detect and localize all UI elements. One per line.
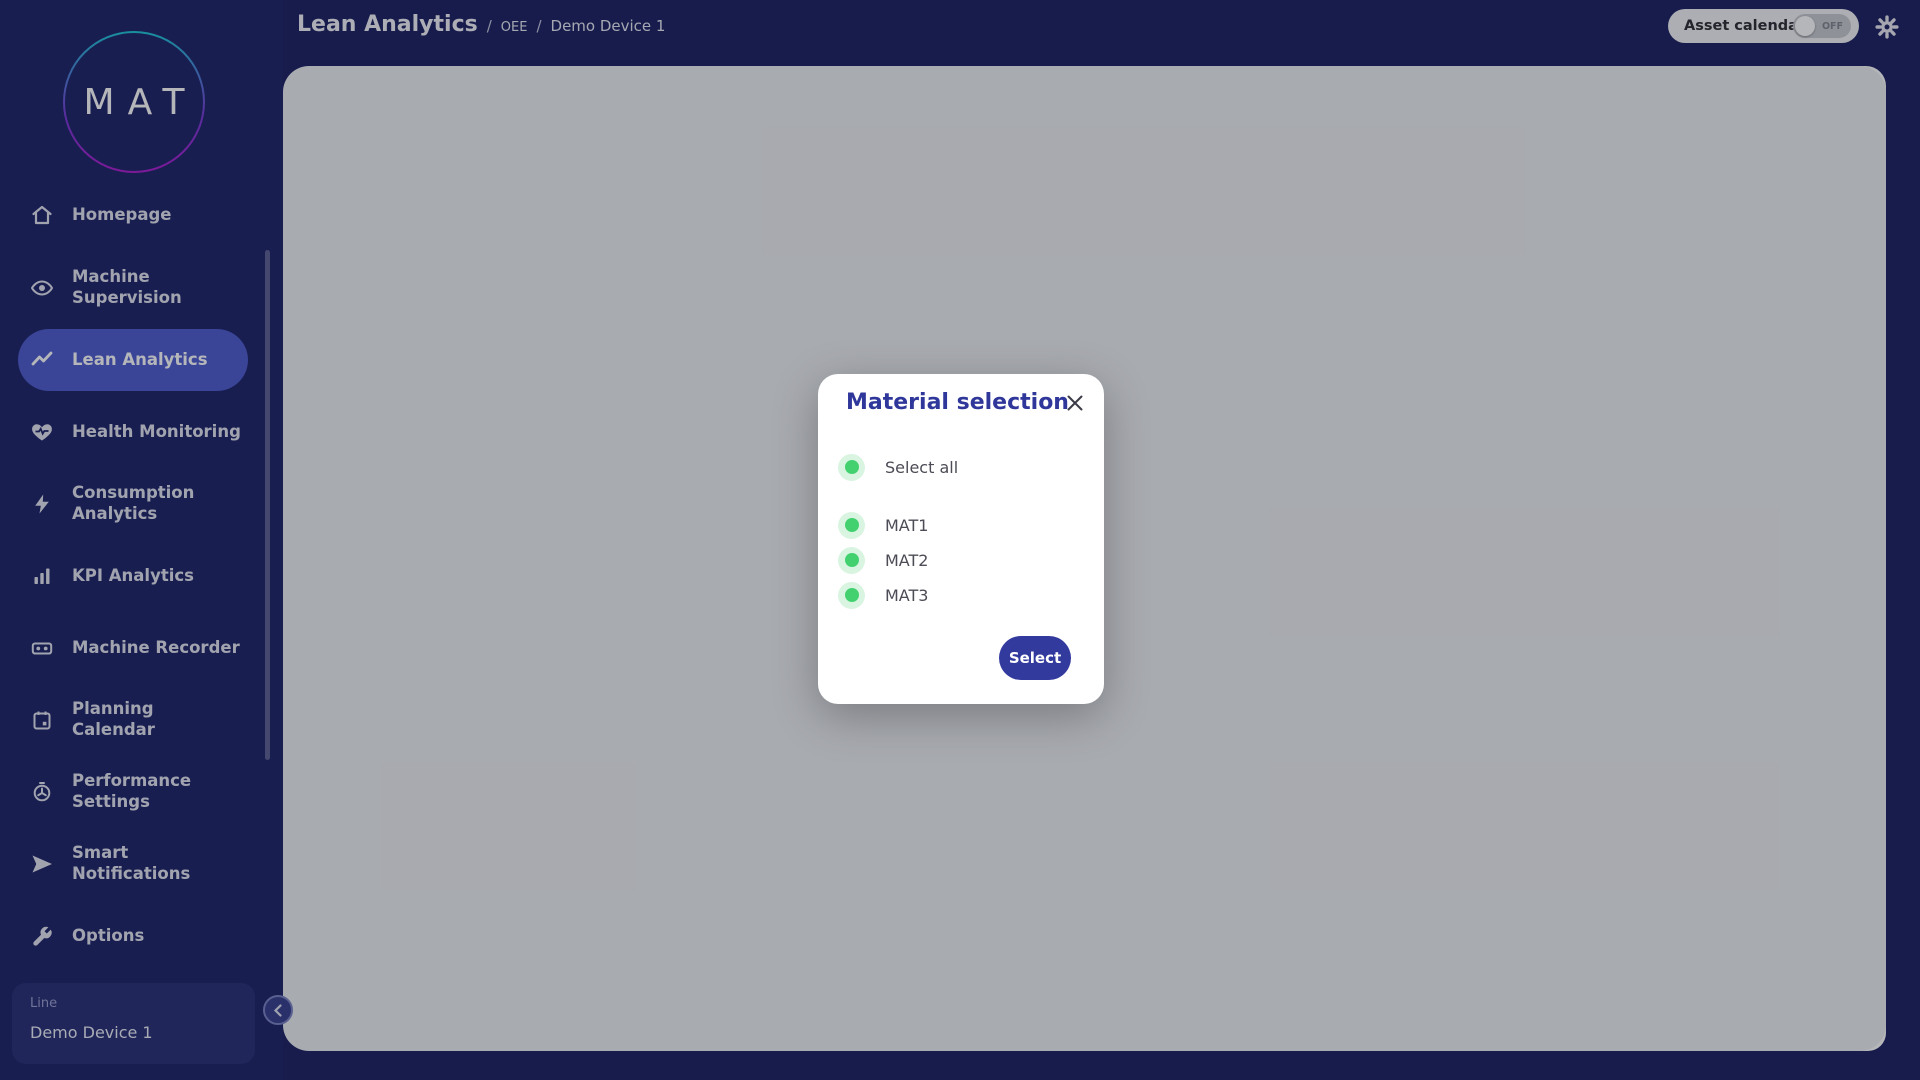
option-mat3[interactable]: MAT3 [838, 580, 1078, 610]
radio-selected-icon [838, 454, 865, 481]
material-selection-modal: Material selection Select all MAT1 MAT2 … [818, 374, 1104, 704]
select-all-label: Select all [885, 458, 958, 477]
radio-selected-icon [838, 512, 865, 539]
close-icon[interactable] [1066, 394, 1084, 412]
option-mat2[interactable]: MAT2 [838, 545, 1078, 575]
radio-selected-icon [838, 547, 865, 574]
modal-select-button[interactable]: Select [999, 636, 1071, 680]
mat1-label: MAT1 [885, 516, 928, 535]
mat3-label: MAT3 [885, 586, 928, 605]
radio-selected-icon [838, 582, 865, 609]
mat2-label: MAT2 [885, 551, 928, 570]
modal-title: Material selection [846, 390, 1069, 415]
select-all-option[interactable]: Select all [838, 452, 1078, 482]
option-mat1[interactable]: MAT1 [838, 510, 1078, 540]
